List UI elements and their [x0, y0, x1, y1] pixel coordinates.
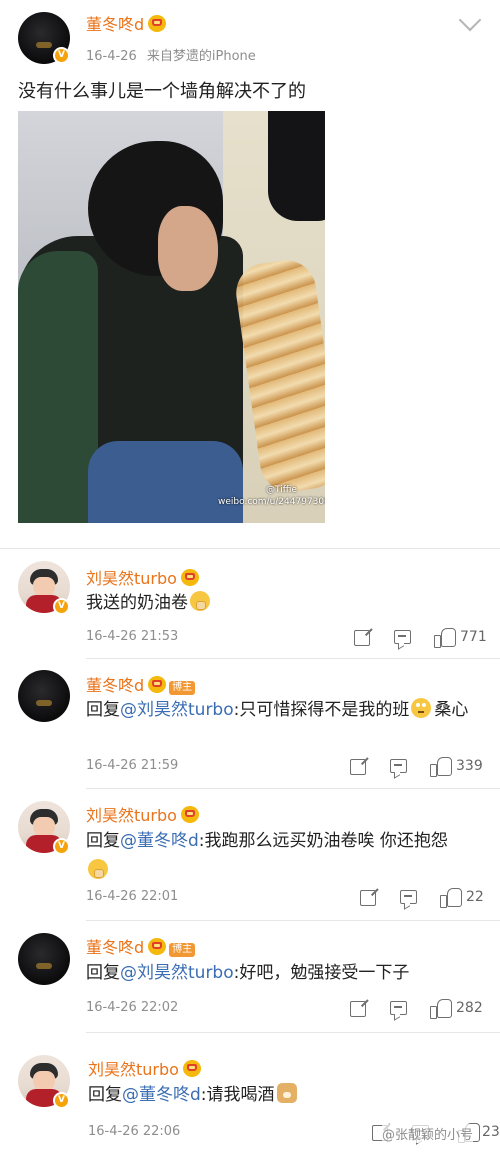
- comment-body: :请我喝酒: [200, 1085, 275, 1105]
- image-watermark-site: weibo.com/u/2447973003: [218, 497, 325, 507]
- comment-time: 16-4-26 21:59: [86, 758, 179, 773]
- comment-time: 16-4-26 21:53: [86, 629, 179, 644]
- comment-time: 16-4-26 22:06: [88, 1124, 181, 1139]
- section-divider: [0, 548, 500, 549]
- comment-text: 回复@董冬咚d:请我喝酒: [88, 1080, 488, 1110]
- eyeroll-emoji-icon: [411, 698, 432, 718]
- commenter-name-text[interactable]: 董冬咚d: [86, 676, 144, 695]
- post-source: 来自梦遗的iPhone: [146, 49, 256, 64]
- share-icon[interactable]: [360, 890, 376, 906]
- mention-link[interactable]: @董冬咚d: [120, 831, 199, 851]
- crown-vip-icon: [182, 1060, 201, 1077]
- share-icon[interactable]: [354, 630, 370, 646]
- commenter-name[interactable]: 刘昊然turbo: [86, 802, 199, 826]
- like-count: 282: [456, 1000, 483, 1016]
- commenter-name[interactable]: 刘昊然turbo: [88, 1056, 201, 1080]
- commenter-avatar[interactable]: [18, 933, 70, 985]
- like-count: 22: [466, 889, 484, 905]
- doge-emoji-icon: [276, 1083, 297, 1103]
- post-date: 16-4-26: [86, 49, 137, 64]
- author-name-text[interactable]: 董冬咚d: [86, 15, 144, 34]
- crown-vip-icon: [148, 676, 167, 693]
- mention-link[interactable]: @董冬咚d: [122, 1085, 201, 1105]
- post-image[interactable]: @Tiffie weibo.com/u/2447973003: [18, 111, 325, 523]
- comment-divider: [86, 1032, 500, 1033]
- comment-text: 我送的奶油卷: [86, 588, 486, 618]
- commenter-avatar[interactable]: [18, 670, 70, 722]
- page-watermark: @张靓颖的小号: [382, 1124, 474, 1143]
- comment-body-end: 桑心: [434, 700, 469, 720]
- post-meta: 16-4-26 来自梦遗的iPhone: [86, 45, 256, 64]
- comment-divider: [86, 658, 500, 659]
- crown-vip-icon: [148, 15, 167, 32]
- chevron-down-icon[interactable]: [458, 8, 482, 32]
- post-text: 没有什么事儿是一个墙角解决不了的: [18, 81, 306, 102]
- host-tag: 博主: [169, 681, 196, 695]
- shush-emoji-icon: [88, 859, 108, 879]
- commenter-name-text[interactable]: 董冬咚d: [86, 938, 144, 957]
- comment-icon[interactable]: [394, 630, 411, 644]
- verified-badge-icon: V: [53, 1092, 70, 1109]
- like-count: 23: [482, 1124, 500, 1140]
- verified-badge-icon: V: [53, 838, 70, 855]
- crown-vip-icon: [148, 938, 167, 955]
- share-icon[interactable]: [350, 1001, 366, 1017]
- verified-badge-icon: V: [53, 598, 70, 615]
- shush-emoji-icon: [190, 591, 210, 611]
- reply-prefix: 回复: [88, 1085, 122, 1105]
- like-count: 771: [460, 629, 487, 645]
- comment-icon[interactable]: [390, 1001, 407, 1015]
- like-count: 339: [456, 758, 483, 774]
- comment-icon[interactable]: [400, 890, 417, 904]
- image-watermark-user: @Tiffie: [266, 485, 297, 495]
- comment-divider: [86, 788, 500, 789]
- verified-badge-icon: V: [53, 47, 70, 64]
- like-icon[interactable]: [440, 887, 462, 908]
- author-name[interactable]: 董冬咚d: [86, 11, 167, 35]
- comment-text: 回复@董冬咚d:我跑那么远买奶油卷唉 你还抱怨: [86, 826, 486, 886]
- commenter-name-text[interactable]: 刘昊然turbo: [86, 569, 177, 588]
- comment-text: 回复@刘昊然turbo:只可惜探得不是我的班 桑心: [86, 695, 486, 725]
- like-icon[interactable]: [434, 627, 456, 648]
- comment-divider: [86, 920, 500, 921]
- commenter-name[interactable]: 董冬咚d 博主: [86, 934, 196, 958]
- commenter-name-text[interactable]: 刘昊然turbo: [88, 1060, 179, 1079]
- comment-icon[interactable]: [390, 759, 407, 773]
- reply-prefix: 回复: [86, 700, 120, 720]
- commenter-name-text[interactable]: 刘昊然turbo: [86, 806, 177, 825]
- share-icon[interactable]: [350, 759, 366, 775]
- comment-body: :我跑那么远买奶油卷唉 你还抱怨: [198, 831, 448, 851]
- mention-link[interactable]: @刘昊然turbo: [120, 963, 234, 983]
- reply-prefix: 回复: [86, 831, 120, 851]
- mention-link[interactable]: @刘昊然turbo: [120, 700, 234, 720]
- comment-body: 我送的奶油卷: [86, 593, 188, 613]
- comment-time: 16-4-26 22:01: [86, 889, 179, 904]
- crown-vip-icon: [180, 569, 199, 586]
- host-tag: 博主: [169, 943, 196, 957]
- comment-text: 回复@刘昊然turbo:好吧，勉强接受一下子: [86, 958, 486, 988]
- like-icon[interactable]: [430, 998, 452, 1019]
- comment-body: :只可惜探得不是我的班: [233, 700, 410, 720]
- commenter-name[interactable]: 董冬咚d 博主: [86, 672, 196, 696]
- commenter-name[interactable]: 刘昊然turbo: [86, 565, 199, 589]
- post-header: V 董冬咚d 16-4-26 来自梦遗的iPhone: [0, 0, 500, 75]
- comment-body: :好吧，勉强接受一下子: [233, 963, 410, 983]
- like-icon[interactable]: [430, 756, 452, 777]
- reply-prefix: 回复: [86, 963, 120, 983]
- crown-vip-icon: [180, 806, 199, 823]
- comment-time: 16-4-26 22:02: [86, 1000, 179, 1015]
